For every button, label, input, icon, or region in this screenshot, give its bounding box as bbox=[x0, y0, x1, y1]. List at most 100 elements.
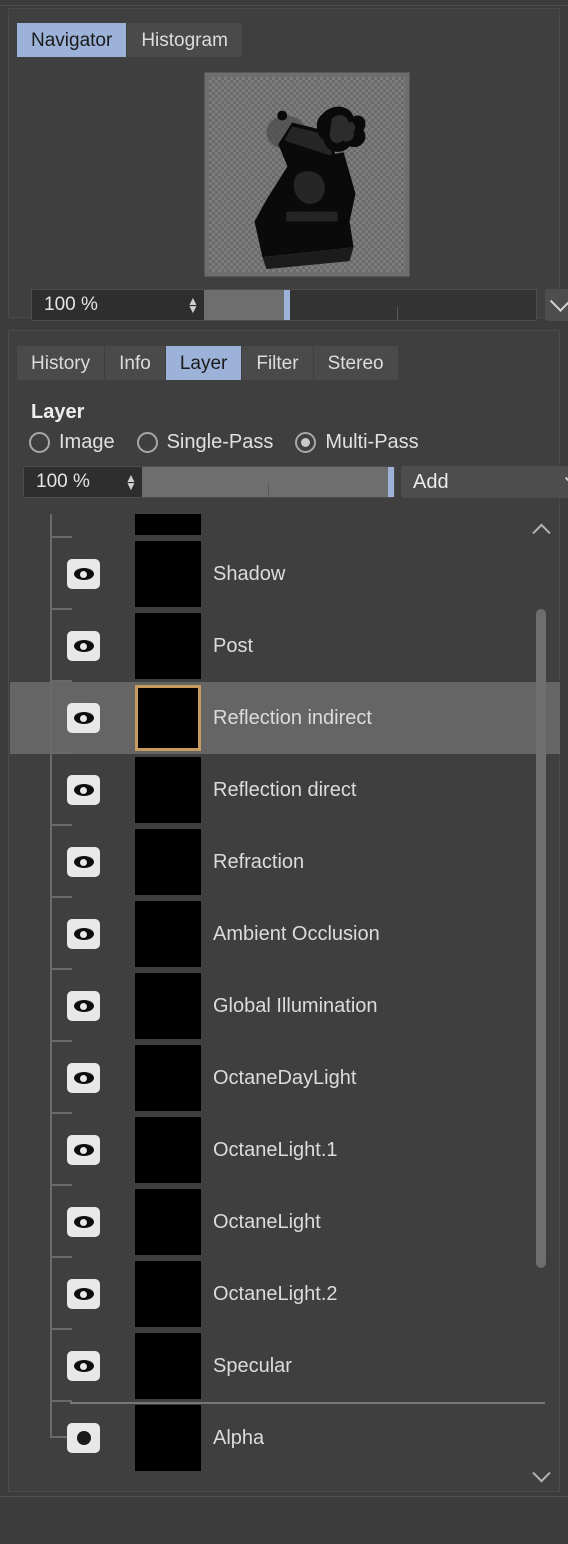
navigator-options-button[interactable] bbox=[545, 289, 568, 321]
layer-row[interactable]: Refraction bbox=[10, 826, 560, 898]
layer-name: Reflection indirect bbox=[213, 706, 372, 729]
tree-line-vertical bbox=[50, 682, 52, 754]
layer-row[interactable]: Specular bbox=[10, 1330, 560, 1402]
layer-thumbnail[interactable] bbox=[135, 973, 201, 1039]
tree-line-vertical bbox=[50, 754, 52, 826]
eye-icon[interactable] bbox=[67, 1135, 100, 1165]
layer-thumbnail[interactable] bbox=[135, 1045, 201, 1111]
radio-single-pass[interactable]: Single-Pass bbox=[136, 431, 273, 454]
layer-row[interactable]: Post bbox=[10, 610, 560, 682]
layer-row[interactable]: Global Illumination bbox=[10, 970, 560, 1042]
layer-name: Specular bbox=[213, 1354, 292, 1377]
scroll-down-button[interactable] bbox=[531, 1463, 551, 1490]
layer-thumbnail[interactable] bbox=[135, 757, 201, 823]
layer-row-tree-cell bbox=[10, 1042, 135, 1114]
scrollbar-thumb[interactable] bbox=[536, 609, 546, 1268]
tree-line-vertical bbox=[50, 1114, 52, 1186]
tab-filter[interactable]: Filter bbox=[242, 346, 314, 380]
layer-row[interactable]: OctaneLight bbox=[10, 1186, 560, 1258]
opacity-value-spinner[interactable]: 100 % ▲ ▼ bbox=[24, 467, 142, 497]
eye-icon[interactable] bbox=[67, 919, 100, 949]
layer-row[interactable]: Reflection direct bbox=[10, 754, 560, 826]
layer-thumbnail[interactable] bbox=[135, 901, 201, 967]
spinner-arrows-icon[interactable]: ▲ ▼ bbox=[120, 472, 142, 492]
layer-row[interactable]: Ambient Occlusion bbox=[10, 898, 560, 970]
eye-glyph bbox=[73, 640, 94, 652]
tab-histogram[interactable]: Histogram bbox=[127, 23, 242, 57]
zoom-slider-tick bbox=[396, 306, 398, 320]
radio-image[interactable]: Image bbox=[29, 431, 115, 454]
eye-icon[interactable] bbox=[67, 1207, 100, 1237]
eye-icon[interactable] bbox=[67, 703, 100, 733]
layer-list-scrollbar[interactable] bbox=[529, 515, 553, 1490]
dot-icon[interactable] bbox=[67, 1423, 100, 1453]
tree-line-vertical bbox=[50, 1042, 52, 1114]
tab-history[interactable]: History bbox=[17, 346, 106, 380]
layer-name: OctaneLight.1 bbox=[213, 1138, 338, 1161]
eye-pupil bbox=[80, 570, 87, 578]
tab-info[interactable]: Info bbox=[105, 346, 166, 380]
layer-name: Global Illumination bbox=[213, 994, 378, 1017]
layer-thumbnail[interactable] bbox=[135, 613, 201, 679]
layer-section-title: Layer bbox=[31, 401, 85, 423]
eye-icon[interactable] bbox=[67, 1351, 100, 1381]
eye-icon[interactable] bbox=[67, 847, 100, 877]
tab-navigator[interactable]: Navigator bbox=[17, 23, 128, 57]
layer-name: Alpha bbox=[213, 1426, 265, 1449]
eye-icon[interactable] bbox=[67, 991, 100, 1021]
layer-row[interactable]: OctaneDayLight bbox=[10, 1042, 560, 1114]
layer-row[interactable]: OctaneLight.1 bbox=[10, 1114, 560, 1186]
eye-pupil bbox=[80, 1074, 87, 1082]
opacity-slider[interactable] bbox=[142, 467, 394, 497]
render-thumbnail-image bbox=[254, 106, 366, 270]
zoom-slider-fill bbox=[204, 290, 287, 320]
eye-icon[interactable] bbox=[67, 1279, 100, 1309]
eye-icon[interactable] bbox=[67, 559, 100, 589]
layer-thumbnail[interactable] bbox=[135, 514, 201, 535]
layer-row[interactable] bbox=[10, 514, 560, 538]
spinner-arrows-icon[interactable]: ▲ ▼ bbox=[182, 295, 204, 315]
eye-icon[interactable] bbox=[67, 775, 100, 805]
layer-thumbnail[interactable] bbox=[135, 829, 201, 895]
scroll-up-button[interactable] bbox=[531, 515, 551, 542]
opacity-slider-handle[interactable] bbox=[388, 467, 394, 497]
layer-thumbnail[interactable] bbox=[135, 685, 201, 751]
eye-icon[interactable] bbox=[67, 631, 100, 661]
tab-layer[interactable]: Layer bbox=[165, 346, 243, 380]
layer-row-tree-cell bbox=[10, 538, 135, 610]
zoom-slider-handle[interactable] bbox=[284, 290, 290, 320]
eye-pupil bbox=[80, 1146, 87, 1154]
layer-row-tree-cell bbox=[10, 1330, 135, 1402]
layer-mode-radio-group: Image Single-Pass Multi-Pass bbox=[29, 431, 419, 454]
layer-thumbnail[interactable] bbox=[135, 1333, 201, 1399]
eye-icon[interactable] bbox=[67, 1063, 100, 1093]
navigator-zoom-control[interactable]: 100 % ▲ ▼ bbox=[31, 289, 537, 321]
zoom-slider[interactable] bbox=[204, 290, 536, 320]
opacity-slider-tick bbox=[268, 483, 269, 497]
tab-stereo[interactable]: Stereo bbox=[313, 346, 398, 380]
layer-row-tree-cell bbox=[10, 754, 135, 826]
layer-row[interactable]: OctaneLight.2 bbox=[10, 1258, 560, 1330]
layer-row[interactable]: Shadow bbox=[10, 538, 560, 610]
eye-pupil bbox=[80, 786, 87, 794]
layer-opacity-control[interactable]: 100 % ▲ ▼ bbox=[23, 466, 395, 498]
opacity-value: 100 % bbox=[36, 471, 90, 492]
radio-multi-pass-indicator bbox=[295, 432, 317, 453]
navigator-panel: Navigator Histogram 100 % ▲ ▼ bbox=[8, 8, 568, 321]
layer-thumbnail[interactable] bbox=[135, 541, 201, 607]
zoom-value-spinner[interactable]: 100 % ▲ ▼ bbox=[32, 290, 204, 320]
add-layer-dropdown[interactable]: Add bbox=[401, 466, 568, 498]
scrollbar-track[interactable] bbox=[536, 545, 546, 1460]
zoom-value: 100 % bbox=[44, 294, 98, 315]
layer-row[interactable]: Alpha bbox=[10, 1402, 560, 1474]
layer-thumbnail[interactable] bbox=[135, 1405, 201, 1471]
layer-row-tree-cell bbox=[10, 514, 135, 538]
layer-thumbnail[interactable] bbox=[135, 1117, 201, 1183]
radio-image-label: Image bbox=[59, 431, 115, 453]
navigator-preview[interactable] bbox=[204, 72, 410, 277]
layer-thumbnail[interactable] bbox=[135, 1261, 201, 1327]
layer-row[interactable]: Reflection indirect bbox=[10, 682, 560, 754]
layer-thumbnail[interactable] bbox=[135, 1189, 201, 1255]
radio-multi-pass[interactable]: Multi-Pass bbox=[295, 431, 419, 454]
tree-line-vertical bbox=[50, 1258, 52, 1330]
